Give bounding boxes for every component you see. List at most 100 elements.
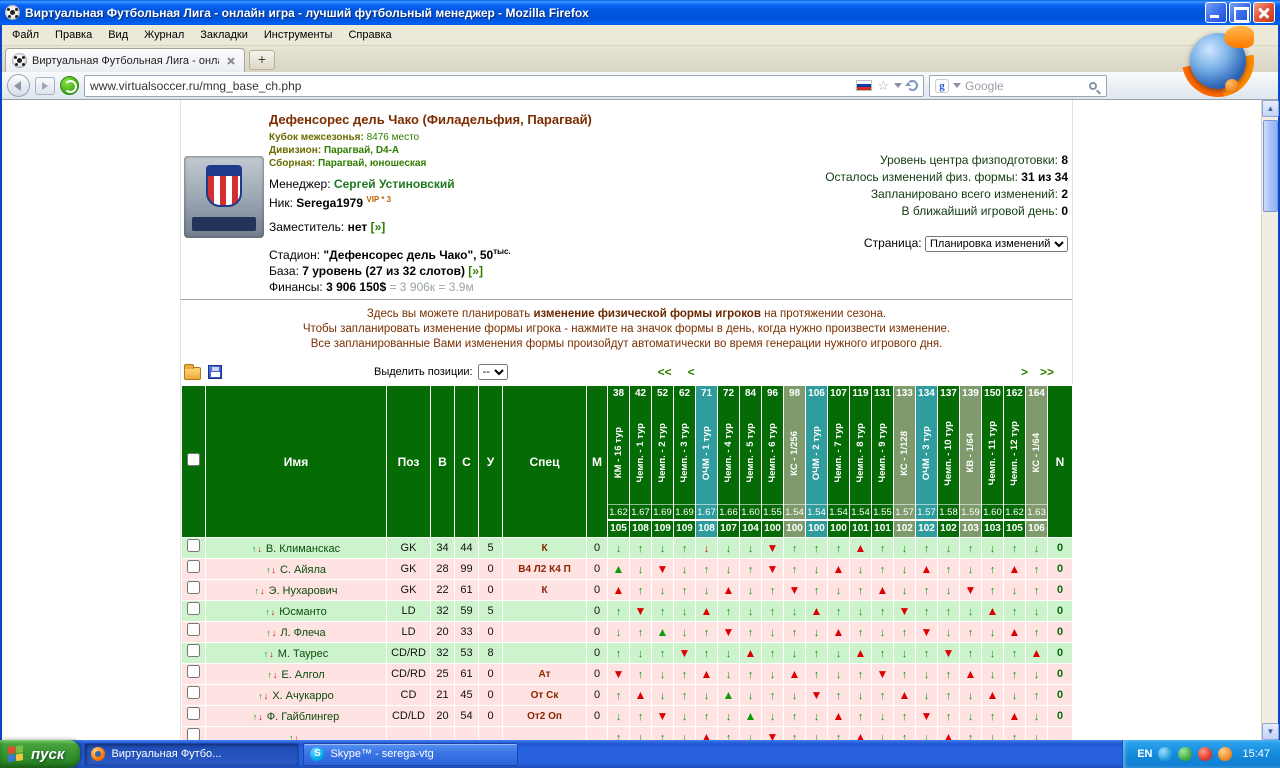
- taskbar-button-skype[interactable]: S Skype™ - serega-vtg: [303, 742, 519, 766]
- tray-icon[interactable]: [1178, 747, 1193, 761]
- form-arrow-icon[interactable]: ↓: [748, 544, 754, 555]
- form-arrow-icon[interactable]: ▼: [789, 584, 801, 596]
- form-arrow-icon[interactable]: ▼: [899, 605, 911, 617]
- page-select[interactable]: Планировка изменений: [925, 236, 1068, 252]
- form-arrow-icon[interactable]: ↑: [682, 691, 688, 702]
- move-down-icon[interactable]: ↓: [273, 670, 278, 680]
- form-arrow-icon[interactable]: ↑: [836, 691, 842, 702]
- player-checkbox[interactable]: [187, 581, 200, 594]
- form-arrow-icon[interactable]: ▲: [635, 689, 647, 701]
- base-link[interactable]: [»]: [468, 264, 483, 278]
- form-arrow-icon[interactable]: ↓: [616, 712, 622, 723]
- form-arrow-icon[interactable]: ▲: [833, 710, 845, 722]
- form-arrow-icon[interactable]: ↑: [792, 628, 798, 639]
- form-arrow-icon[interactable]: ↑: [616, 733, 622, 741]
- move-up-icon[interactable]: ↑: [266, 628, 271, 638]
- form-arrow-icon[interactable]: ▲: [657, 626, 669, 638]
- form-arrow-icon[interactable]: ↑: [946, 670, 952, 681]
- player-name[interactable]: Х. Ачукарро: [272, 690, 334, 702]
- form-arrow-icon[interactable]: ↑: [792, 712, 798, 723]
- form-arrow-icon[interactable]: ↑: [638, 628, 644, 639]
- form-arrow-icon[interactable]: ↑: [946, 607, 952, 618]
- form-arrow-icon[interactable]: ↓: [990, 733, 996, 741]
- form-arrow-icon[interactable]: ▲: [877, 584, 889, 596]
- form-arrow-icon[interactable]: ↓: [968, 607, 974, 618]
- form-arrow-icon[interactable]: ↑: [1012, 607, 1018, 618]
- form-arrow-icon[interactable]: ↓: [792, 691, 798, 702]
- form-arrow-icon[interactable]: ▼: [657, 710, 669, 722]
- form-arrow-icon[interactable]: ↑: [704, 649, 710, 660]
- save-icon[interactable]: [208, 365, 222, 379]
- form-arrow-icon[interactable]: ↑: [880, 544, 886, 555]
- language-indicator[interactable]: EN: [1137, 748, 1152, 760]
- taskbar-button-firefox[interactable]: Виртуальная Футбо...: [84, 742, 300, 766]
- open-folder-icon[interactable]: [184, 364, 201, 380]
- form-arrow-icon[interactable]: ▲: [943, 731, 955, 740]
- form-arrow-icon[interactable]: ↑: [726, 607, 732, 618]
- menu-help[interactable]: Справка: [340, 26, 399, 44]
- pagination-last[interactable]: >>: [1040, 365, 1054, 379]
- form-arrow-icon[interactable]: ↓: [726, 649, 732, 660]
- form-arrow-icon[interactable]: ↑: [836, 544, 842, 555]
- form-arrow-icon[interactable]: ↓: [660, 586, 666, 597]
- new-tab-button[interactable]: +: [249, 50, 275, 70]
- form-arrow-icon[interactable]: ↑: [792, 565, 798, 576]
- player-name[interactable]: Е. Алгол: [281, 669, 324, 681]
- form-arrow-icon[interactable]: ▼: [613, 668, 625, 680]
- form-arrow-icon[interactable]: ↑: [814, 586, 820, 597]
- player-checkbox[interactable]: [187, 686, 200, 699]
- form-arrow-icon[interactable]: ↓: [616, 544, 622, 555]
- form-arrow-icon[interactable]: ↓: [924, 670, 930, 681]
- form-arrow-icon[interactable]: ↓: [748, 733, 754, 741]
- move-down-icon[interactable]: ↓: [260, 586, 265, 596]
- form-arrow-icon[interactable]: ↑: [792, 544, 798, 555]
- form-arrow-icon[interactable]: ↓: [748, 586, 754, 597]
- menu-history[interactable]: Журнал: [136, 26, 192, 44]
- form-arrow-icon[interactable]: ▲: [899, 689, 911, 701]
- forward-button[interactable]: [35, 76, 55, 95]
- url-dropdown-icon[interactable]: [894, 83, 902, 88]
- move-up-icon[interactable]: ↑: [265, 607, 270, 617]
- menu-bookmarks[interactable]: Закладки: [192, 26, 256, 44]
- manager-name-link[interactable]: Сергей Устиновский: [334, 177, 455, 191]
- form-arrow-icon[interactable]: ↑: [682, 670, 688, 681]
- form-arrow-icon[interactable]: ↑: [968, 733, 974, 741]
- move-down-icon[interactable]: ↓: [258, 712, 263, 722]
- form-arrow-icon[interactable]: ↓: [814, 733, 820, 741]
- form-arrow-icon[interactable]: ↓: [836, 586, 842, 597]
- form-arrow-icon[interactable]: ↑: [1012, 649, 1018, 660]
- select-all-checkbox[interactable]: [187, 452, 200, 466]
- form-arrow-icon[interactable]: ▲: [745, 647, 757, 659]
- form-arrow-icon[interactable]: ↑: [902, 712, 908, 723]
- player-checkbox[interactable]: [187, 539, 200, 552]
- form-arrow-icon[interactable]: ↑: [1034, 691, 1040, 702]
- form-arrow-icon[interactable]: ▼: [767, 731, 779, 740]
- form-arrow-icon[interactable]: ↑: [1034, 586, 1040, 597]
- form-arrow-icon[interactable]: ▲: [613, 584, 625, 596]
- form-arrow-icon[interactable]: ↑: [1012, 733, 1018, 741]
- player-checkbox[interactable]: [187, 644, 200, 657]
- form-arrow-icon[interactable]: ▼: [877, 668, 889, 680]
- form-arrow-icon[interactable]: ↑: [660, 649, 666, 660]
- move-down-icon[interactable]: ↓: [295, 733, 300, 740]
- form-arrow-icon[interactable]: ▲: [1009, 710, 1021, 722]
- form-arrow-icon[interactable]: ↓: [1034, 670, 1040, 681]
- form-arrow-icon[interactable]: ▲: [701, 605, 713, 617]
- form-arrow-icon[interactable]: ▼: [943, 647, 955, 659]
- tray-icon[interactable]: [1218, 747, 1233, 761]
- form-arrow-icon[interactable]: ↑: [990, 712, 996, 723]
- form-arrow-icon[interactable]: ↑: [836, 607, 842, 618]
- move-up-icon[interactable]: ↑: [252, 544, 257, 554]
- menu-tools[interactable]: Инструменты: [256, 26, 341, 44]
- form-arrow-icon[interactable]: ↓: [968, 691, 974, 702]
- form-arrow-icon[interactable]: ↓: [770, 712, 776, 723]
- form-arrow-icon[interactable]: ↓: [814, 712, 820, 723]
- url-bar[interactable]: www.virtualsoccer.ru/mng_base_ch.php ☆: [84, 74, 924, 97]
- form-arrow-icon[interactable]: ↓: [1012, 691, 1018, 702]
- form-arrow-icon[interactable]: ↑: [946, 712, 952, 723]
- form-arrow-icon[interactable]: ↑: [814, 649, 820, 660]
- form-arrow-icon[interactable]: ▼: [767, 542, 779, 554]
- search-engine-dropdown-icon[interactable]: [953, 83, 961, 88]
- form-arrow-icon[interactable]: ↑: [858, 712, 864, 723]
- form-arrow-icon[interactable]: ↓: [1034, 733, 1040, 741]
